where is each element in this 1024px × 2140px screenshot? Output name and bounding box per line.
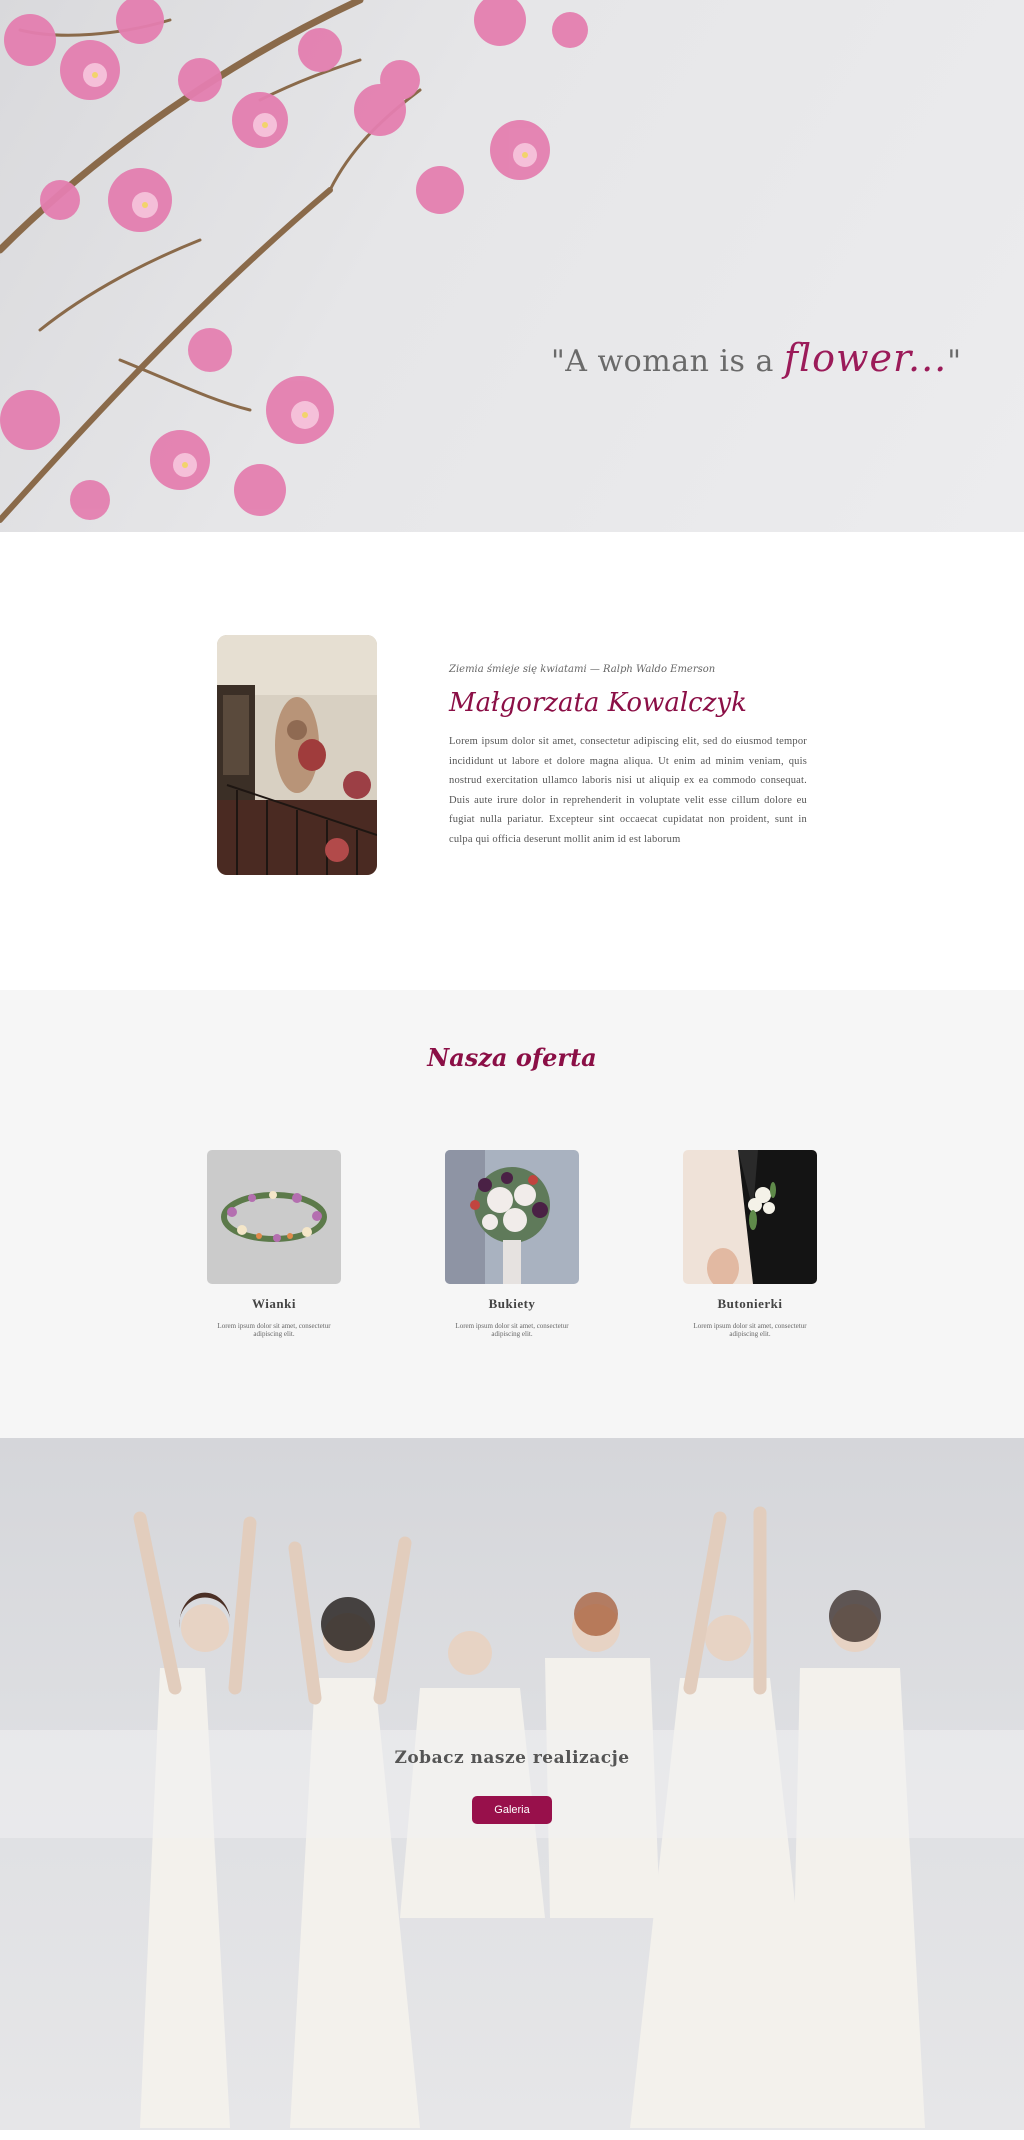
offer-card-desc: Lorem ipsum dolor sit amet, consectetur … <box>217 1322 331 1338</box>
wreath-image <box>207 1150 341 1284</box>
offer-card-desc: Lorem ipsum dolor sit amet, consectetur … <box>693 1322 807 1338</box>
about-body: Lorem ipsum dolor sit amet, consectetur … <box>449 736 807 845</box>
offer-card-butonierki[interactable]: Butonierki Lorem ipsum dolor sit amet, c… <box>683 1150 817 1338</box>
offer-title: Nasza oferta <box>427 1043 597 1072</box>
offer-card-desc: Lorem ipsum dolor sit amet, consectetur … <box>455 1322 569 1338</box>
gallery-title: Zobacz nasze realizacje <box>394 1748 630 1768</box>
hero-quote-prefix: "A woman is a <box>551 344 784 379</box>
offer-card-bukiety[interactable]: Bukiety Lorem ipsum dolor sit amet, cons… <box>445 1150 579 1338</box>
gallery-button[interactable]: Galeria <box>472 1796 552 1824</box>
bouquet-image <box>445 1150 579 1284</box>
offer-card-name: Wianki <box>252 1296 296 1311</box>
about-name: Małgorzata Kowalczyk <box>449 688 747 718</box>
gallery-section: Zobacz nasze realizacje Galeria <box>0 1438 1024 2130</box>
offer-card-name: Bukiety <box>488 1296 536 1311</box>
cherry-blossom-image <box>0 0 588 523</box>
about-photo <box>217 635 377 875</box>
boutonniere-image <box>683 1150 817 1284</box>
hero-quote-accent: flower... <box>783 336 948 380</box>
hero-quote: "A woman is a flower..." <box>551 336 971 380</box>
about-caption: Ziemia śmieje się kwiatami — Ralph Waldo… <box>449 664 716 675</box>
offer-section: Nasza oferta Wianki Lorem ipsum dolor si… <box>0 990 1024 1438</box>
hero-quote-suffix: " <box>947 344 962 379</box>
offer-card-wianki[interactable]: Wianki Lorem ipsum dolor sit amet, conse… <box>207 1150 341 1338</box>
hero-banner: "A woman is a flower..." <box>0 0 1024 532</box>
offer-card-name: Butonierki <box>717 1296 783 1311</box>
about-section: Ziemia śmieje się kwiatami — Ralph Waldo… <box>0 532 1024 990</box>
about-text: Ziemia śmieje się kwiatami — Ralph Waldo… <box>449 664 807 849</box>
